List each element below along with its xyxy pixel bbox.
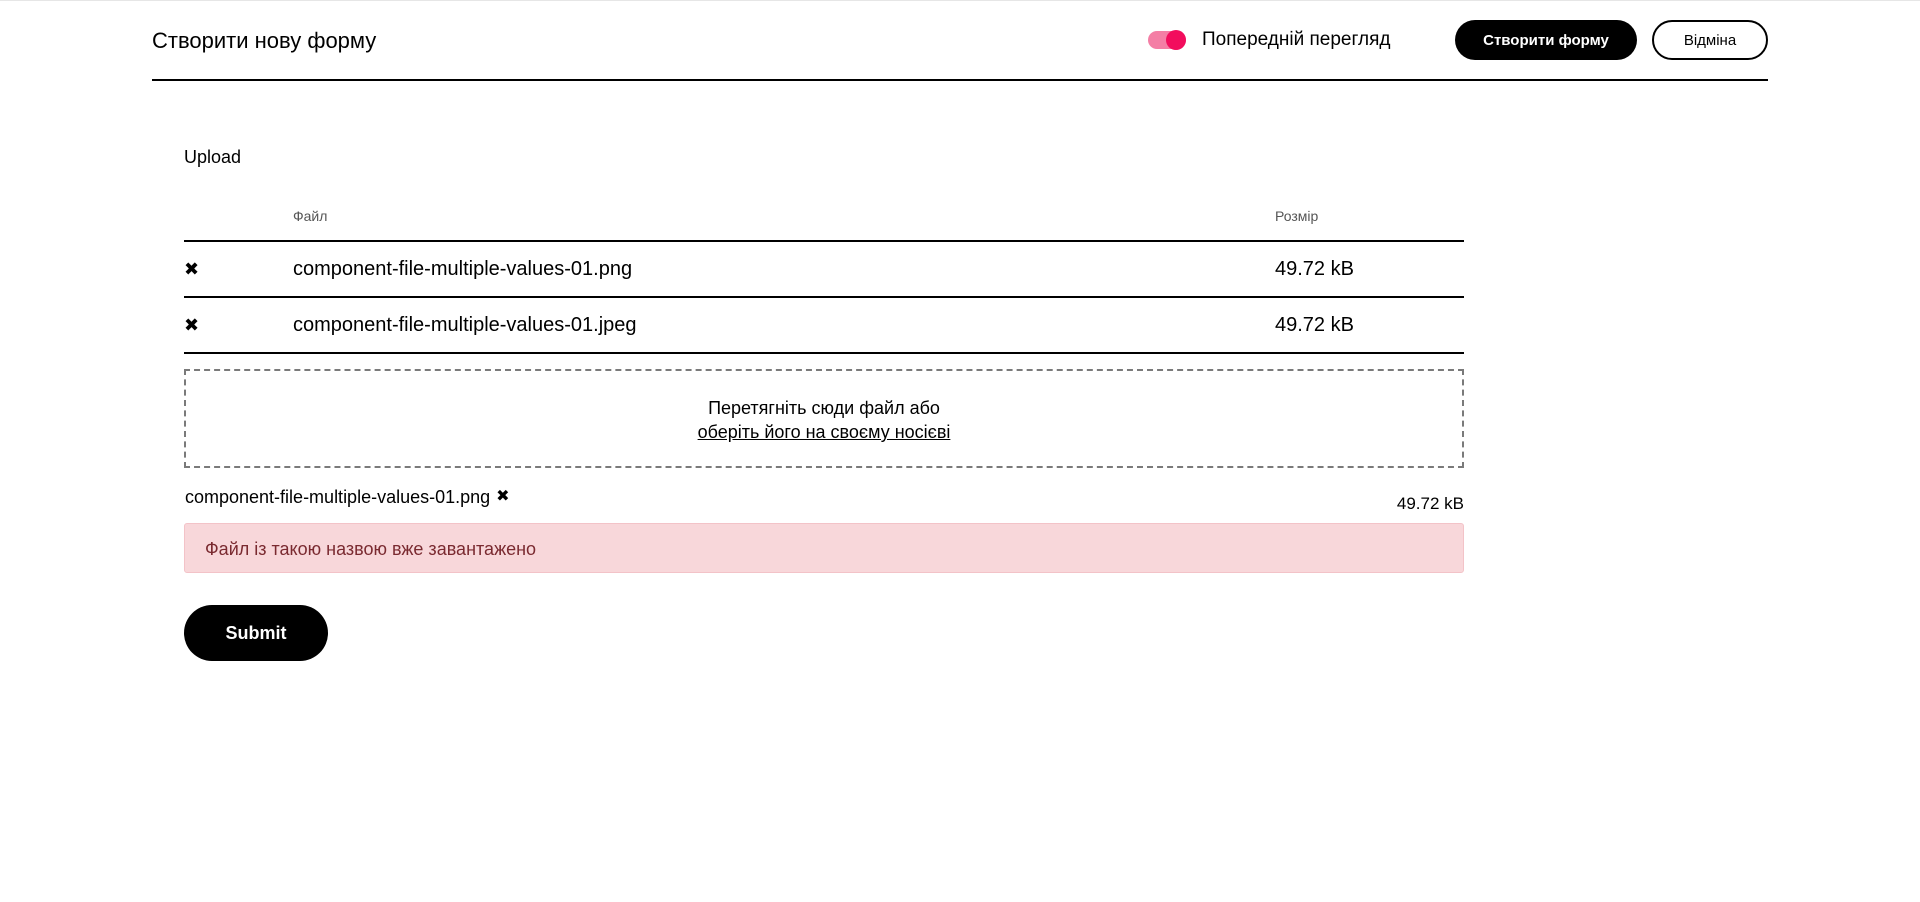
file-size: 49.72 kB xyxy=(1275,314,1354,336)
close-icon[interactable]: ✖ xyxy=(496,485,509,509)
cancel-button[interactable]: Відміна xyxy=(1652,20,1768,60)
file-name: component-file-multiple-values-01.jpeg xyxy=(293,314,637,336)
pending-file: component-file-multiple-values-01.png ✖ xyxy=(185,485,510,509)
error-alert: Файл із такою назвою вже завантажено xyxy=(184,523,1464,573)
column-header-size: Розмір xyxy=(1275,208,1319,224)
dropzone-text: Перетягніть сюди файл або xyxy=(708,398,940,418)
submit-button[interactable]: Submit xyxy=(184,605,328,661)
preview-label: Попередній перегляд xyxy=(1202,29,1391,50)
form-builder-header: Створити нову форму Попередній перегляд … xyxy=(152,1,1768,81)
pending-file-size: 49.72 kB xyxy=(1396,494,1464,513)
table-row: ✖ component-file-multiple-values-01.jpeg… xyxy=(184,298,1464,354)
toggle-knob xyxy=(1166,30,1186,50)
page-title: Створити нову форму xyxy=(152,28,377,53)
close-icon[interactable]: ✖ xyxy=(184,314,199,336)
table-row: ✖ component-file-multiple-values-01.png … xyxy=(184,242,1464,298)
table-header: Файл Розмір xyxy=(184,200,1464,242)
file-size: 49.72 kB xyxy=(1275,258,1354,280)
preview-toggle[interactable] xyxy=(1148,30,1186,50)
file-dropzone[interactable]: Перетягніть сюди файл або оберіть його н… xyxy=(184,369,1464,468)
browse-files-link[interactable]: оберіть його на своєму носієві xyxy=(698,422,951,442)
dropzone-link-wrap: оберіть його на своєму носієві xyxy=(186,421,1462,443)
pending-file-name: component-file-multiple-values-01.png xyxy=(185,487,491,507)
upload-field-label: Upload xyxy=(184,147,242,167)
close-icon[interactable]: ✖ xyxy=(184,258,199,280)
column-header-file: Файл xyxy=(293,208,328,224)
uploaded-files-table: Файл Розмір ✖ component-file-multiple-va… xyxy=(184,200,1464,354)
create-form-button[interactable]: Створити форму xyxy=(1455,20,1637,60)
file-name: component-file-multiple-values-01.png xyxy=(293,258,633,280)
